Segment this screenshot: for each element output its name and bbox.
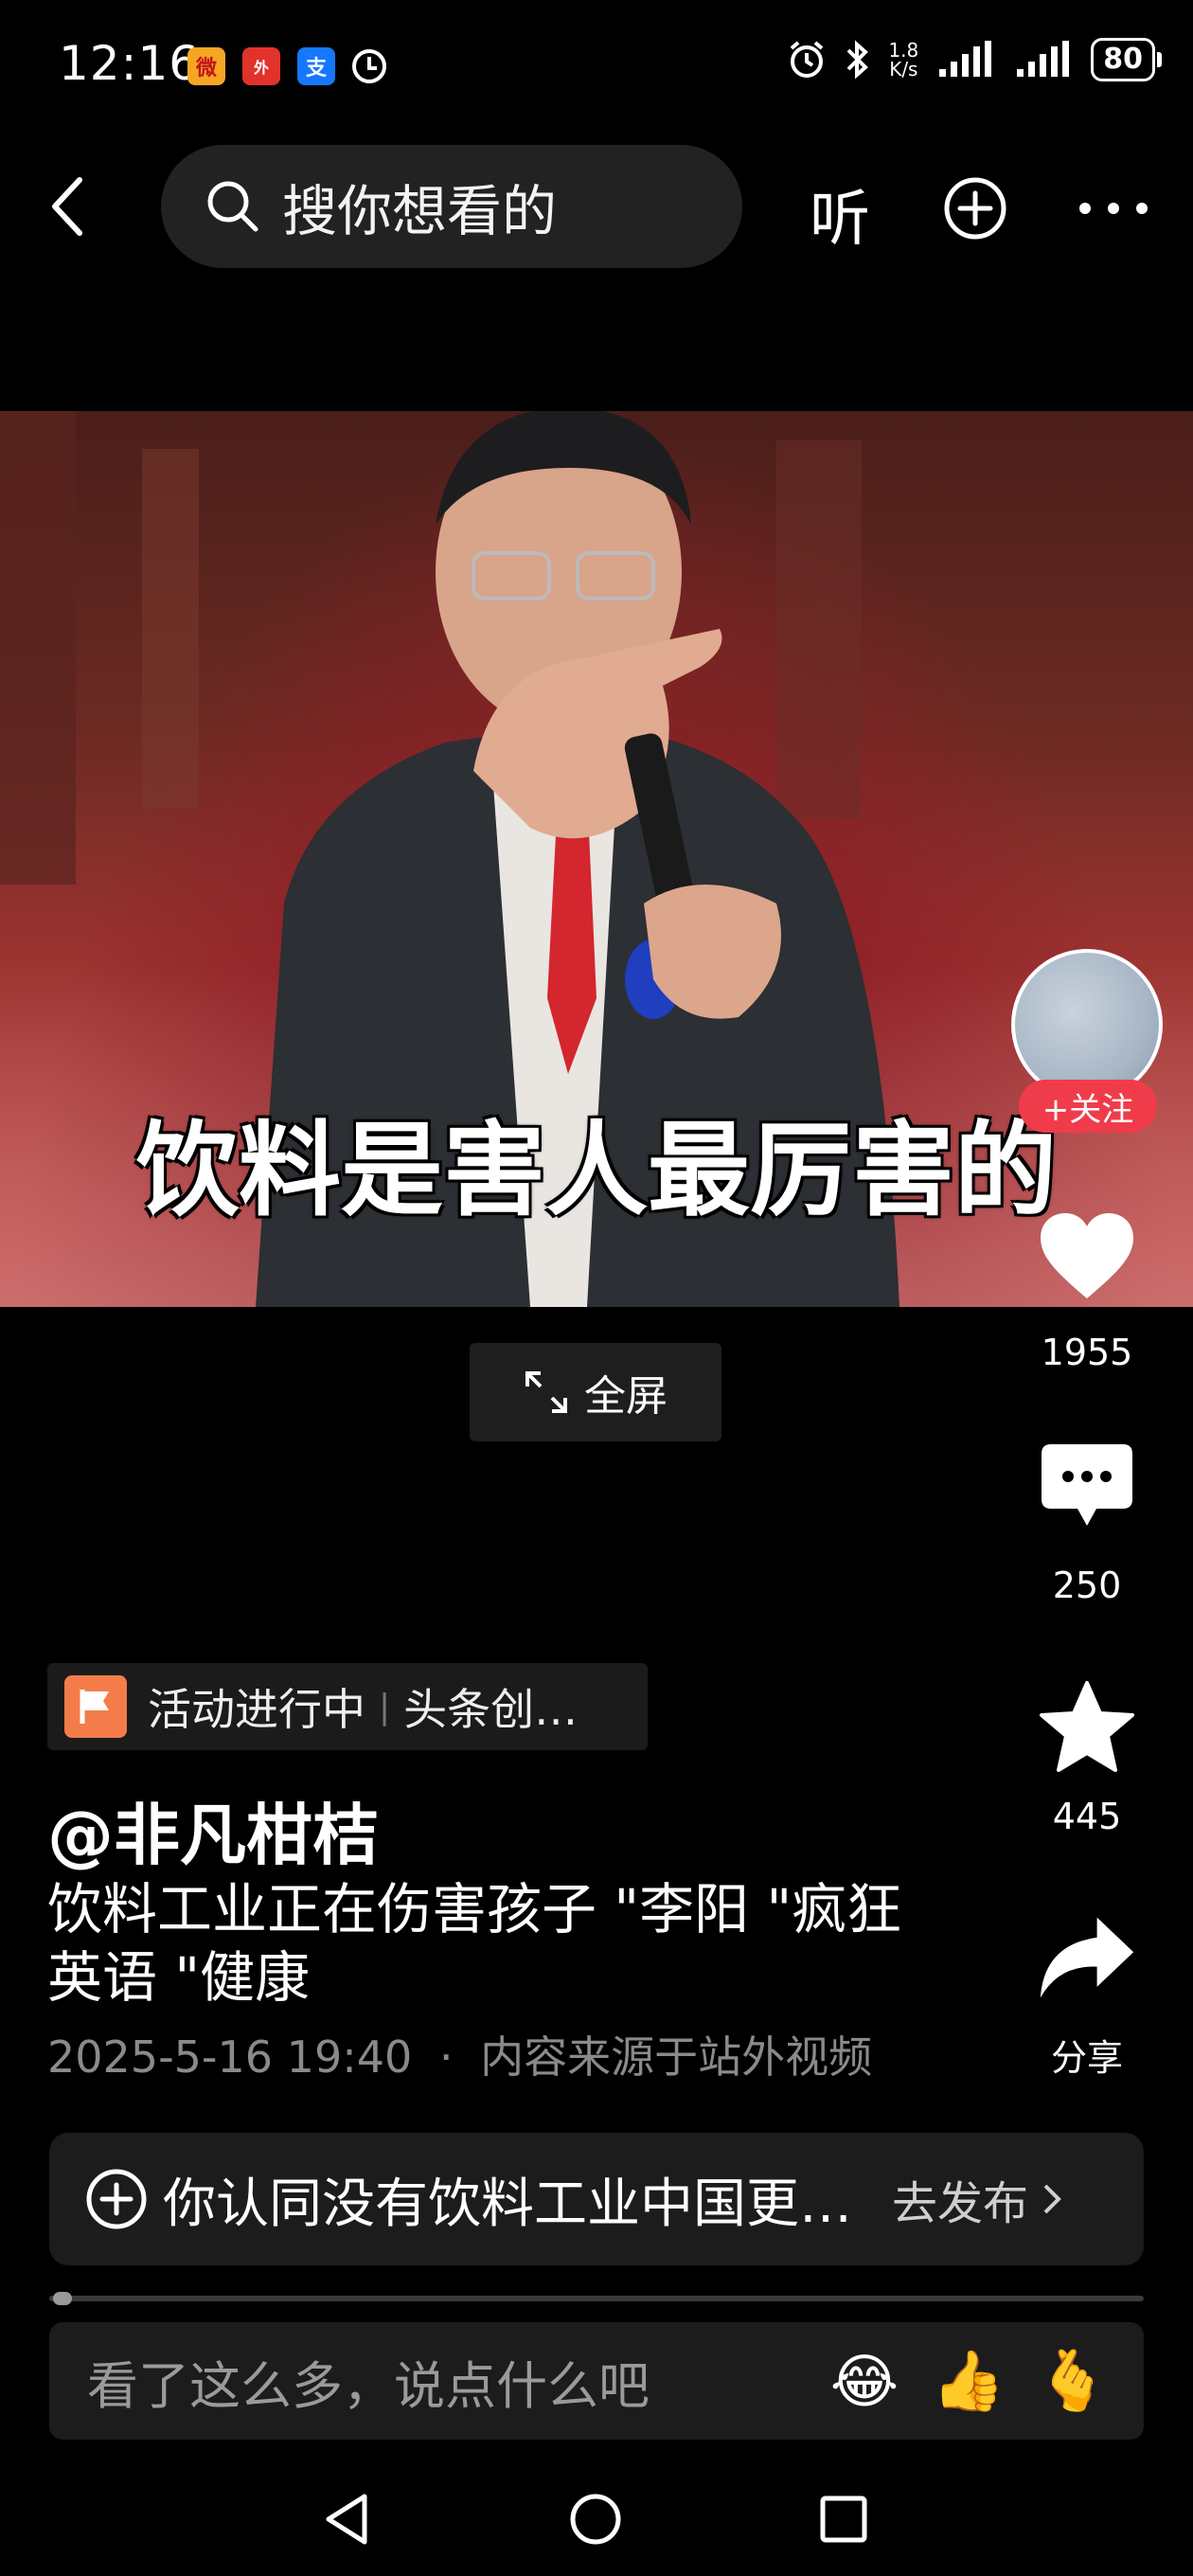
video-player[interactable]: 饮料是害人最厉害的 [0,411,1193,1307]
back-arrow-icon [52,177,82,236]
favorite-count: 445 [1052,1796,1122,1837]
favorite-button[interactable] [1037,1676,1137,1777]
activity-separator: | [379,1687,391,1726]
publish-button[interactable]: 去发布 [892,2166,1066,2232]
comment-count: 250 [1052,1565,1122,1606]
fullscreen-button[interactable]: 全屏 [470,1343,721,1441]
triangle-back-icon [326,2494,367,2545]
topic-text: 你认同没有饮料工业中国更健康吗 [163,2173,864,2235]
weibo-icon: 微 [187,47,225,85]
comment-placeholder: 看了这么多，说点什么吧 [87,2355,650,2416]
activity-name: 头条创… [403,1684,579,1735]
listen-button[interactable]: 听 [810,170,870,258]
meituan-waimai-icon: 外 [242,47,280,85]
bluetooth-icon [847,40,869,80]
author-avatar[interactable] [1011,949,1163,1100]
sync-icon [350,47,388,85]
more-dots-icon [1079,203,1148,214]
meta-dot: · [438,2031,454,2083]
plus-circle-icon [86,2169,147,2229]
search-input[interactable]: 搜你想看的 [161,145,742,268]
add-button[interactable] [943,176,1007,244]
publish-time: 2025-5-16 19:40 [47,2031,413,2083]
laughing-emoji-icon[interactable]: 😂 [812,2347,917,2416]
like-button[interactable] [1037,1207,1137,1307]
video-progress-track[interactable] [49,2296,1144,2301]
chevron-right-icon [1043,2184,1061,2214]
heart-icon [1041,1213,1133,1298]
flag-icon [64,1675,127,1738]
video-progress-thumb[interactable] [53,2292,72,2305]
video-description: 饮料工业正在伤害孩子 "李阳 "疯狂英语 "健康 [47,1877,902,2010]
content-source: 内容来源于站外视频 [480,2031,873,2083]
search-icon [207,181,258,232]
alipay-icon: 支 [297,47,335,85]
expand-icon [525,1371,567,1413]
share-arrow-icon [1040,1917,1134,1998]
system-back-button[interactable] [305,2481,390,2557]
system-recents-button[interactable] [801,2481,886,2557]
activity-status: 活动进行中 [148,1684,365,1735]
comment-bubble-icon [1042,1444,1132,1526]
more-button[interactable] [1077,189,1149,231]
net-speed: 1.8 K/s [888,39,919,80]
signal-2-icon [1017,41,1070,77]
circle-home-icon [570,2494,621,2545]
system-home-button[interactable] [553,2481,638,2557]
topic-banner[interactable]: 你认同没有饮料工业中国更健康吗 去发布 [49,2133,1144,2265]
back-button[interactable] [42,169,98,244]
comment-button[interactable] [1037,1438,1137,1538]
finger-heart-emoji-icon[interactable]: 🫰 [1021,2346,1125,2416]
share-button[interactable] [1037,1907,1137,2008]
comment-input[interactable]: 看了这么多，说点什么吧 😂 👍 🫰 [49,2322,1144,2440]
video-subtitle: 饮料是害人最厉害的 [135,1112,1057,1230]
share-label: 分享 [1050,2037,1123,2079]
status-indicators: 1.8 K/s 80 [786,38,1162,81]
author-name[interactable]: @非凡柑桔 [47,1782,379,1878]
publish-label: 去发布 [892,2177,1029,2230]
video-meta: 2025-5-16 19:40 · 内容来源于站外视频 [47,2023,872,2085]
battery-indicator: 80 [1091,38,1162,81]
follow-button[interactable]: +关注 [1019,1080,1157,1133]
signal-1-icon [939,41,992,77]
search-placeholder: 搜你想看的 [282,179,558,243]
fullscreen-label: 全屏 [584,1372,668,1421]
thumbs-up-emoji-icon[interactable]: 👍 [917,2346,1021,2416]
activity-banner[interactable]: 活动进行中 | 头条创… [47,1663,648,1750]
alarm-icon [791,41,824,78]
square-recents-icon [820,2496,867,2543]
like-count: 1955 [1041,1332,1133,1373]
star-icon [1040,1681,1134,1772]
status-time: 12:16 [59,36,201,91]
plus-circle-icon [944,177,1006,240]
